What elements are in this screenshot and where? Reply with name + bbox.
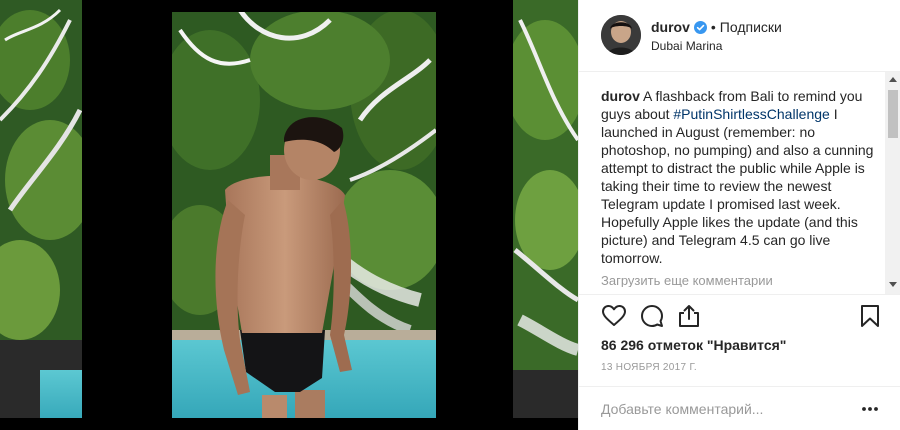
share-icon[interactable] xyxy=(676,303,702,329)
comment-input[interactable] xyxy=(601,397,851,421)
username-link[interactable]: durov xyxy=(651,19,690,35)
hashtag-link[interactable]: #PutinShirtlessChallenge xyxy=(673,106,829,122)
bookmark-icon[interactable] xyxy=(857,303,883,329)
location-link[interactable]: Dubai Marina xyxy=(651,39,722,53)
post-caption: durov A flashback from Bali to remind yo… xyxy=(601,87,877,267)
bottom-beam xyxy=(0,418,578,430)
post-date[interactable]: 13 ноября 2017 г. xyxy=(601,362,697,373)
verified-badge-icon xyxy=(693,20,707,34)
post-header: durov • Подписки Dubai Marina xyxy=(579,0,900,72)
more-options-icon[interactable] xyxy=(860,399,880,419)
separator-dot: • xyxy=(710,19,716,35)
post-photo-illustration xyxy=(0,0,578,430)
likes-count[interactable]: 86 296 отметок "Нравится" xyxy=(601,337,786,353)
post-actions xyxy=(579,294,900,334)
right-foliage xyxy=(505,0,578,430)
post-image[interactable] xyxy=(0,0,578,430)
comments-scrollbar[interactable] xyxy=(885,72,900,294)
scroll-up-arrow-icon[interactable] xyxy=(889,77,897,82)
scroll-thumb[interactable] xyxy=(888,90,898,138)
scroll-down-arrow-icon[interactable] xyxy=(889,282,897,287)
left-pillar xyxy=(82,0,172,430)
comment-bubble-icon[interactable] xyxy=(639,303,665,329)
add-comment-bar xyxy=(579,386,900,430)
user-avatar-icon[interactable] xyxy=(601,15,641,55)
right-pillar xyxy=(436,0,513,430)
top-beam xyxy=(172,0,436,12)
heart-icon[interactable] xyxy=(601,303,627,329)
caption-username[interactable]: durov xyxy=(601,88,640,104)
left-foliage xyxy=(0,0,95,430)
caption-text-after: I launched in August (remember: no photo… xyxy=(601,106,874,266)
load-more-comments-button[interactable]: Загрузить еще комментарии xyxy=(601,273,877,287)
user-line: durov • Подписки xyxy=(651,19,782,35)
following-button[interactable]: Подписки xyxy=(720,19,782,35)
post-sidebar: durov • Подписки Dubai Marina durov A fl… xyxy=(578,0,900,430)
comments-list: durov A flashback from Bali to remind yo… xyxy=(579,72,887,287)
